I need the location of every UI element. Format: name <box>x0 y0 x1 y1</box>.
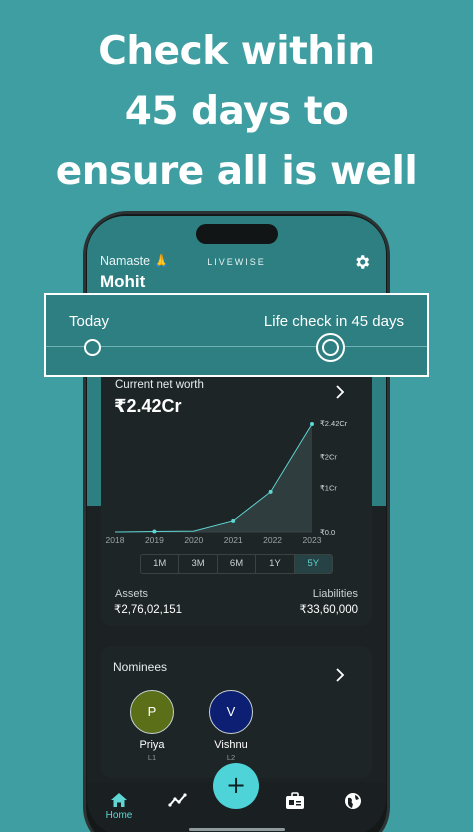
avatar: P <box>130 690 174 734</box>
headline-line-3: ensure all is well <box>55 149 418 194</box>
x-tick-label: 2023 <box>303 535 322 544</box>
period-selector: 1M 3M 6M 1Y 5Y <box>140 554 333 574</box>
y-tick-label: ₹1Cr <box>320 483 337 492</box>
y-tick-label: ₹0.0 <box>320 528 335 537</box>
y-tick-label: ₹2.42Cr <box>320 419 348 428</box>
nominee-item[interactable]: P Priya L1 <box>122 690 182 762</box>
headline-line-1: Check within <box>98 29 375 74</box>
add-button[interactable]: + <box>213 763 259 809</box>
nav-id-card[interactable] <box>275 792 315 810</box>
timeline-track <box>46 346 427 347</box>
x-tick-label: 2018 <box>106 535 125 544</box>
x-tick-label: 2022 <box>263 535 282 544</box>
life-check-timeline: Today Life check in 45 days <box>44 293 429 377</box>
assets-value: ₹2,76,02,151 <box>114 604 183 616</box>
chart-point <box>268 489 273 494</box>
nav-globe[interactable] <box>333 792 373 810</box>
brand-logo: LIVEWISE <box>207 257 266 267</box>
id-card-icon <box>286 792 304 809</box>
net-worth-chart: 2018 2019 2020 2021 2022 2023₹0.0 ₹1Cr ₹2Cr ₹2.4… <box>106 419 348 544</box>
net-worth-value: ₹2.42Cr <box>114 396 182 416</box>
avatar: V <box>209 690 253 734</box>
period-1m[interactable]: 1M <box>141 555 180 573</box>
camera-notch <box>196 224 278 244</box>
nominee-name: Priya <box>139 739 165 751</box>
nominee-level: L2 <box>226 753 236 762</box>
liabilities-label: Liabilities <box>312 588 358 600</box>
trend-icon <box>168 793 187 807</box>
y-tick-label: ₹2Cr <box>320 453 337 462</box>
nav-home[interactable]: Home <box>99 792 139 821</box>
net-worth-label: Current net worth <box>115 379 204 391</box>
assets-label: Assets <box>115 588 149 600</box>
x-tick-label: 2020 <box>184 535 203 544</box>
headline: Check within 45 days to ensure all is we… <box>0 22 473 202</box>
chart-area <box>115 424 312 532</box>
period-1y[interactable]: 1Y <box>256 555 295 573</box>
globe-icon <box>345 793 361 809</box>
chart-point <box>152 529 157 534</box>
liabilities-value: ₹33,60,000 <box>299 604 358 616</box>
net-worth-card[interactable]: Current net worth ₹2.42Cr 2018 2019 2020 20… <box>101 368 372 626</box>
nominees-title: Nominees <box>113 660 168 674</box>
chart-point <box>310 422 314 426</box>
user-name: Mohit <box>100 272 146 291</box>
nominee-level: L1 <box>147 753 157 762</box>
nav-trends[interactable] <box>158 792 198 808</box>
period-5y[interactable]: 5Y <box>294 555 332 573</box>
timeline-life-check-label: Life check in 45 days <box>263 313 404 330</box>
home-icon <box>111 793 127 807</box>
chevron-right-icon[interactable] <box>333 668 347 682</box>
plus-icon: + <box>225 771 247 799</box>
nominee-item[interactable]: V Vishnu L2 <box>201 690 261 762</box>
timeline-today-label: Today <box>69 313 110 330</box>
nav-home-label: Home <box>105 810 133 821</box>
timeline-today-marker[interactable] <box>84 339 101 356</box>
nominee-name: Vishnu <box>214 739 248 751</box>
timeline-life-check-marker[interactable] <box>316 333 345 362</box>
home-indicator <box>189 828 285 831</box>
gear-icon[interactable] <box>353 253 371 271</box>
chart-point <box>231 518 236 523</box>
chevron-right-icon[interactable] <box>333 385 347 399</box>
nominees-card[interactable]: Nominees P Priya L1 V Vishnu L2 <box>101 646 372 778</box>
headline-line-2: 45 days to <box>124 89 349 134</box>
period-6m[interactable]: 6M <box>218 555 257 573</box>
x-tick-label: 2019 <box>145 535 164 544</box>
x-tick-label: 2021 <box>224 535 243 544</box>
period-3m[interactable]: 3M <box>179 555 218 573</box>
